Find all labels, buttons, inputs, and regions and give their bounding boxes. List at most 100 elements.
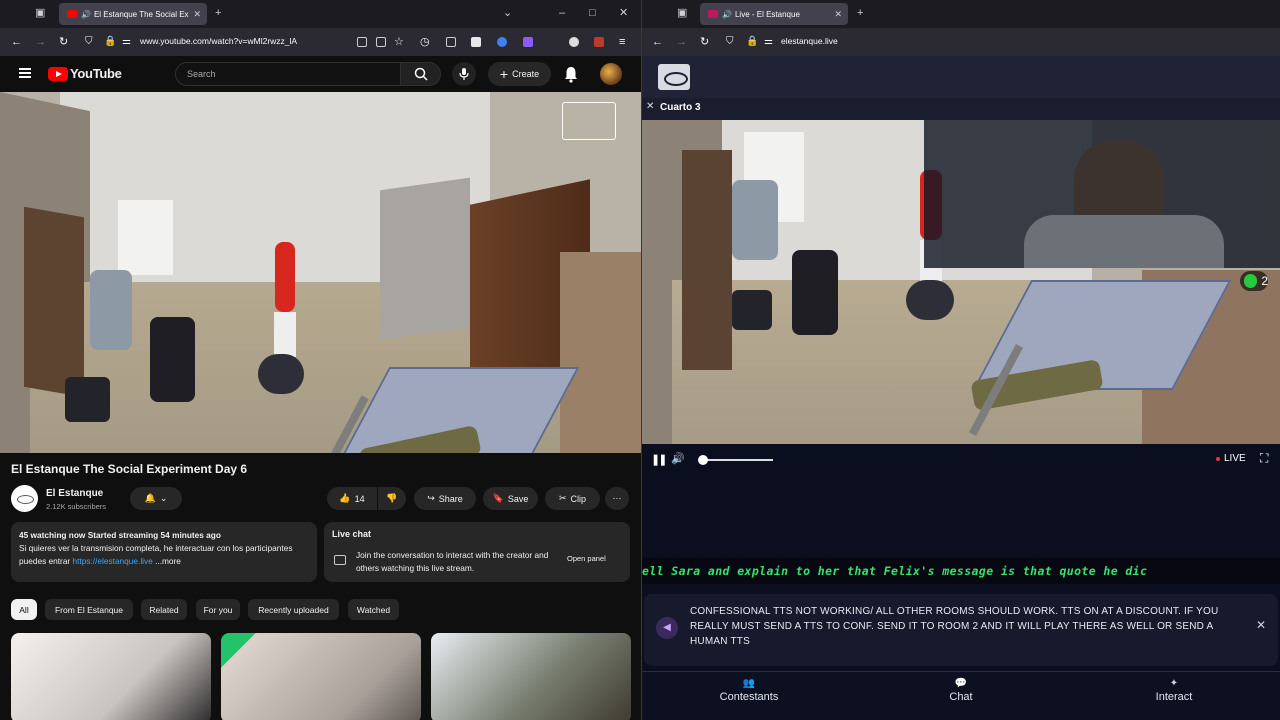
forward-icon[interactable]: → bbox=[676, 35, 687, 49]
history-icon[interactable]: ◷ bbox=[420, 35, 430, 49]
save-button[interactable]: 🔖 Save bbox=[483, 487, 538, 510]
account-icon[interactable] bbox=[569, 37, 579, 47]
notifications-bell-icon[interactable] bbox=[563, 65, 579, 83]
permissions-icon[interactable]: ⚌ bbox=[122, 35, 131, 49]
speaker-icon: 🔊 bbox=[81, 9, 91, 19]
camera-name: Cuarto 3 bbox=[660, 102, 701, 113]
chip-watched[interactable]: Watched bbox=[348, 599, 399, 620]
chip-related[interactable]: Related bbox=[141, 599, 187, 620]
view-stats: 45 watching now Started streaming 54 min… bbox=[19, 530, 221, 540]
url-bar[interactable]: elestanque.live bbox=[781, 36, 838, 46]
video-thumbnail[interactable] bbox=[221, 633, 421, 720]
elestanque-window: ▣ 🔊 Live - El Estanque ✕ + ← → ↻ ⛉ 🔒 ⚌ e… bbox=[642, 0, 1280, 720]
new-tab-icon[interactable]: + bbox=[857, 6, 863, 20]
nav-contestants-label: Contestants bbox=[719, 691, 779, 703]
watermark-logo-icon bbox=[562, 102, 616, 140]
video-thumbnail[interactable] bbox=[11, 633, 211, 720]
back-icon[interactable]: ← bbox=[652, 35, 663, 49]
share-label: Share bbox=[438, 493, 463, 504]
chip-from-el-estanque[interactable]: From El Estanque bbox=[45, 599, 133, 620]
nav-chat[interactable]: 💬 Chat bbox=[901, 678, 1021, 703]
close-announcement-icon[interactable]: ✕ bbox=[1256, 618, 1266, 632]
clip-label: Clip bbox=[570, 493, 587, 504]
reload-icon[interactable]: ↻ bbox=[59, 35, 68, 49]
extension-blue-icon[interactable] bbox=[497, 37, 507, 47]
more-actions-button[interactable]: ⋯ bbox=[605, 487, 629, 510]
reader-view-icon[interactable] bbox=[357, 37, 367, 47]
viewer-counter: 2 bbox=[1240, 271, 1268, 291]
description-box[interactable]: 45 watching now Started streaming 54 min… bbox=[11, 522, 317, 582]
scissors-icon: ✂ bbox=[558, 493, 567, 503]
reload-icon[interactable]: ↻ bbox=[700, 35, 709, 49]
hamburger-icon[interactable] bbox=[19, 68, 31, 78]
chip-for-you[interactable]: For you bbox=[196, 599, 240, 620]
menu-icon[interactable]: ≡ bbox=[619, 35, 625, 49]
description-link[interactable]: https://elestanque.live bbox=[73, 556, 153, 566]
nav-interact[interactable]: ✦ Interact bbox=[1114, 678, 1234, 703]
forward-icon[interactable]: → bbox=[35, 35, 46, 49]
new-tab-icon[interactable]: + bbox=[215, 6, 221, 20]
save-icon: 🔖 bbox=[492, 493, 504, 503]
pause-icon[interactable]: ❚❚ bbox=[651, 453, 668, 466]
extension-off-icon[interactable] bbox=[471, 37, 481, 47]
create-button[interactable]: + Create bbox=[488, 62, 551, 86]
plus-icon: + bbox=[499, 66, 509, 82]
avatar[interactable] bbox=[600, 63, 622, 85]
shield-icon[interactable]: ⛉ bbox=[85, 35, 93, 49]
search-input[interactable]: Search bbox=[175, 62, 401, 86]
volume-icon[interactable]: 🔊 bbox=[671, 452, 685, 465]
youtube-logo-text[interactable]: YouTube bbox=[70, 66, 122, 81]
clip-button[interactable]: ✂ Clip bbox=[545, 487, 600, 510]
video-player[interactable] bbox=[0, 92, 641, 453]
youtube-logo-icon[interactable] bbox=[48, 67, 68, 81]
tab-list-icon[interactable]: ▣ bbox=[677, 6, 687, 20]
volume-slider-handle[interactable] bbox=[698, 455, 708, 465]
counter-value: 2 bbox=[1261, 274, 1268, 288]
url-bar[interactable]: www.youtube.com/watch?v=wMl2rwzz_lA bbox=[140, 36, 297, 46]
lock-icon: 🔒 bbox=[746, 36, 759, 47]
close-tab-icon[interactable]: ✕ bbox=[193, 9, 201, 20]
voice-search-button[interactable] bbox=[452, 62, 476, 86]
tab-bar: ▣ 🔊 Live - El Estanque ✕ + bbox=[642, 0, 1280, 28]
thumbs-up-icon: 👍 bbox=[339, 493, 351, 503]
close-camera-icon[interactable]: ✕ bbox=[646, 101, 654, 112]
nav-contestants[interactable]: 👥 Contestants bbox=[689, 678, 809, 703]
site-header bbox=[642, 56, 1280, 98]
close-tab-icon[interactable]: ✕ bbox=[834, 9, 842, 20]
like-button[interactable]: 👍 14 bbox=[327, 487, 377, 510]
window-close-icon[interactable]: ✕ bbox=[619, 6, 628, 20]
dislike-button[interactable]: 👎 bbox=[378, 487, 406, 510]
open-panel-button[interactable]: Open panel bbox=[567, 554, 606, 563]
channel-name[interactable]: El Estanque bbox=[46, 488, 103, 499]
nav-interact-label: Interact bbox=[1155, 691, 1193, 703]
channel-avatar[interactable] bbox=[11, 485, 38, 512]
permissions-icon[interactable]: ⚌ bbox=[764, 35, 773, 49]
search-button[interactable] bbox=[401, 62, 441, 86]
shield-icon[interactable]: ⛉ bbox=[726, 35, 734, 49]
more-link[interactable]: ...more bbox=[153, 556, 181, 566]
search-icon bbox=[414, 67, 428, 81]
more-icon: ⋯ bbox=[612, 493, 622, 503]
subscription-bell-button[interactable]: 🔔 ⌄ bbox=[130, 487, 182, 510]
volume-slider[interactable] bbox=[701, 459, 773, 461]
bookmark-star-icon[interactable]: ☆ bbox=[394, 35, 404, 49]
maximize-icon[interactable]: □ bbox=[589, 6, 596, 20]
chevron-down-icon[interactable]: ⌄ bbox=[503, 6, 512, 20]
like-count: 14 bbox=[354, 493, 365, 504]
extension-red-icon[interactable] bbox=[594, 37, 604, 47]
video-thumbnail[interactable] bbox=[431, 633, 631, 720]
site-logo-icon[interactable] bbox=[658, 64, 690, 90]
chip-all[interactable]: All bbox=[11, 599, 37, 620]
back-icon[interactable]: ← bbox=[11, 35, 22, 49]
extension-icon[interactable] bbox=[446, 37, 456, 47]
tab-youtube[interactable]: 🔊 El Estanque The Social Expe ✕ bbox=[59, 3, 207, 25]
pip-icon[interactable] bbox=[376, 37, 386, 47]
tab-list-icon[interactable]: ▣ bbox=[35, 6, 45, 20]
tab-elestanque[interactable]: 🔊 Live - El Estanque ✕ bbox=[700, 3, 848, 25]
live-video-player[interactable] bbox=[642, 120, 1280, 444]
share-button[interactable]: ↪ Share bbox=[414, 487, 476, 510]
minimize-icon[interactable]: – bbox=[559, 6, 565, 20]
fullscreen-icon[interactable]: ⛶ bbox=[1260, 451, 1268, 466]
extension-purple-icon[interactable] bbox=[523, 37, 533, 47]
chip-recently-uploaded[interactable]: Recently uploaded bbox=[248, 599, 339, 620]
